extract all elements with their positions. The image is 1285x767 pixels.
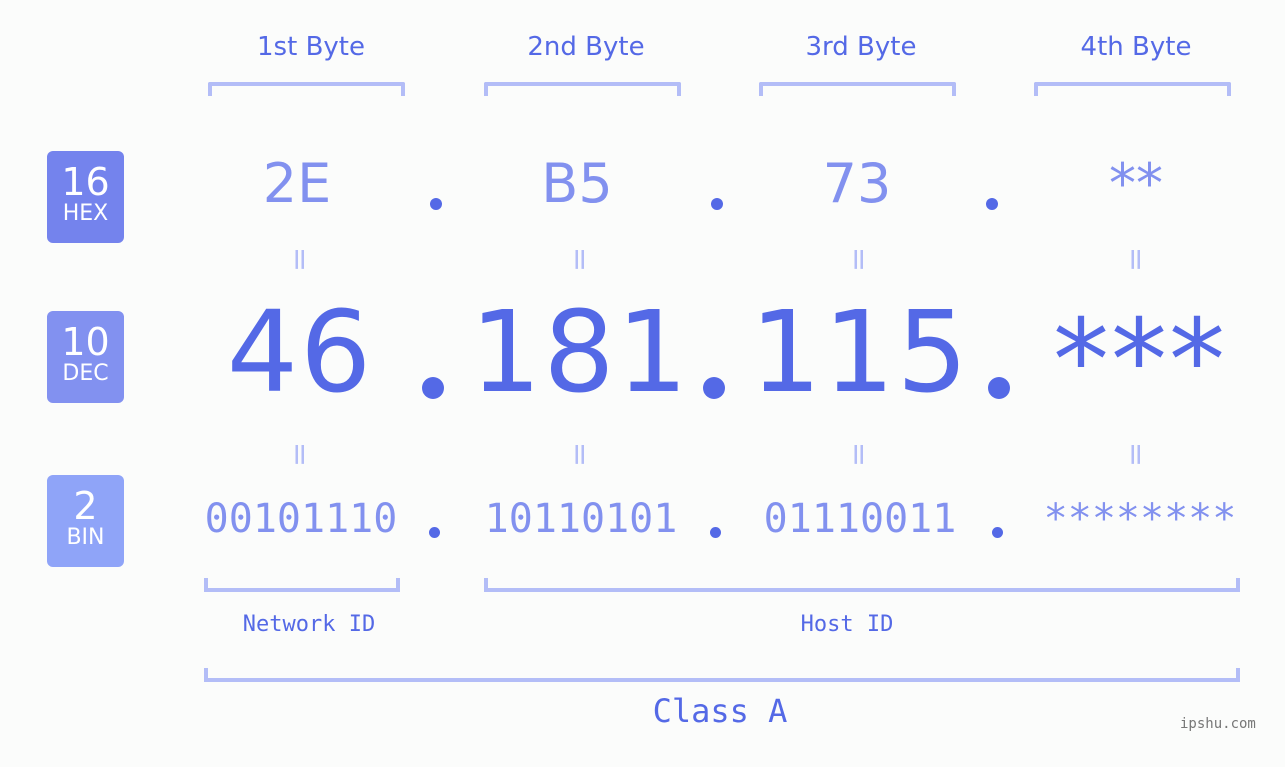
byte-bracket-2 <box>484 82 681 96</box>
byte-header-3: 3rd Byte <box>805 32 917 62</box>
host-id-label: Host ID <box>800 612 894 637</box>
bin-badge-number: 2 <box>73 484 98 528</box>
byte-header-1: 1st Byte <box>257 32 365 62</box>
dec-value-4: *** <box>1053 296 1227 426</box>
hex-separator-dot-3 <box>986 198 998 210</box>
equals-icon: = <box>841 441 877 468</box>
watermark: ipshu.com <box>1180 716 1256 732</box>
equals-icon: = <box>1118 246 1154 273</box>
hex-value-2: B5 <box>541 152 613 215</box>
bin-badge-label: BIN <box>66 525 105 550</box>
dec-separator-dot-2 <box>703 377 725 399</box>
dec-value-3: 115 <box>750 288 970 418</box>
byte-bracket-1 <box>208 82 405 96</box>
dec-badge-number: 10 <box>61 320 110 364</box>
dec-separator-dot-3 <box>988 377 1010 399</box>
byte-bracket-4 <box>1034 82 1231 96</box>
dec-badge: 10 DEC <box>47 311 124 403</box>
byte-header-2: 2nd Byte <box>527 32 645 62</box>
hex-separator-dot-1 <box>430 198 442 210</box>
hex-badge-label: HEX <box>62 201 109 226</box>
hex-value-3: 73 <box>822 152 892 215</box>
equals-icon: = <box>562 441 598 468</box>
equals-icon: = <box>841 246 877 273</box>
byte-header-4: 4th Byte <box>1080 32 1192 62</box>
byte-bracket-3 <box>759 82 956 96</box>
hex-value-4: ** <box>1109 152 1163 215</box>
equals-icon: = <box>282 246 318 273</box>
hex-value-1: 2E <box>262 152 332 215</box>
bin-separator-dot-2 <box>710 527 721 538</box>
hex-badge-number: 16 <box>61 160 110 204</box>
host-id-bracket <box>484 578 1240 592</box>
dec-value-1: 46 <box>226 288 374 418</box>
bin-value-2: 10110101 <box>484 496 678 542</box>
hex-separator-dot-2 <box>711 198 723 210</box>
equals-icon: = <box>282 441 318 468</box>
network-id-bracket <box>204 578 400 592</box>
dec-value-2: 181 <box>470 288 690 418</box>
equals-icon: = <box>1118 441 1154 468</box>
bin-value-1: 00101110 <box>204 496 398 542</box>
hex-badge: 16 HEX <box>47 151 124 243</box>
equals-icon: = <box>562 246 598 273</box>
bin-separator-dot-3 <box>992 527 1003 538</box>
class-label: Class A <box>652 692 788 730</box>
dec-separator-dot-1 <box>422 377 444 399</box>
class-bracket <box>204 668 1240 682</box>
dec-badge-label: DEC <box>62 361 109 386</box>
network-id-label: Network ID <box>242 612 376 637</box>
bin-badge: 2 BIN <box>47 475 124 567</box>
bin-value-4: ******** <box>1043 496 1237 542</box>
bin-separator-dot-1 <box>429 527 440 538</box>
bin-value-3: 01110011 <box>763 496 957 542</box>
